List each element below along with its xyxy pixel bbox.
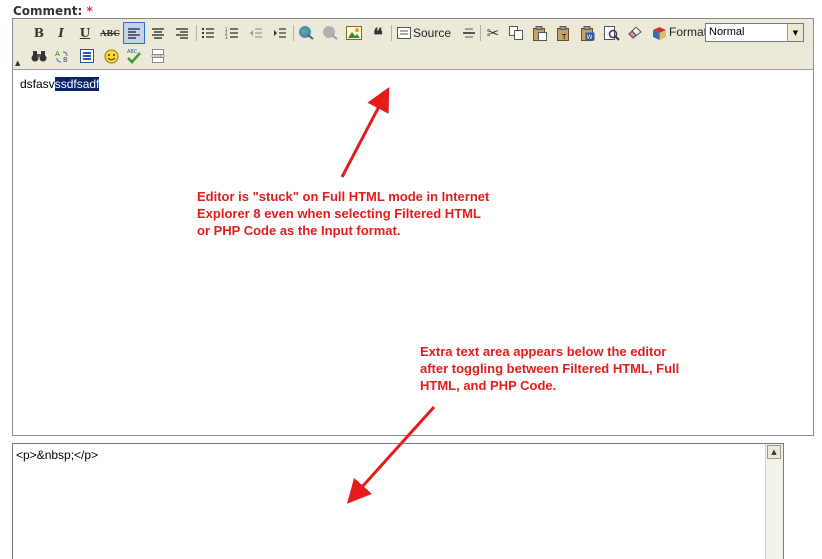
annotation-arrows [340, 87, 436, 504]
arrow-to-textarea [346, 405, 436, 504]
arrow-to-editor [340, 87, 390, 178]
